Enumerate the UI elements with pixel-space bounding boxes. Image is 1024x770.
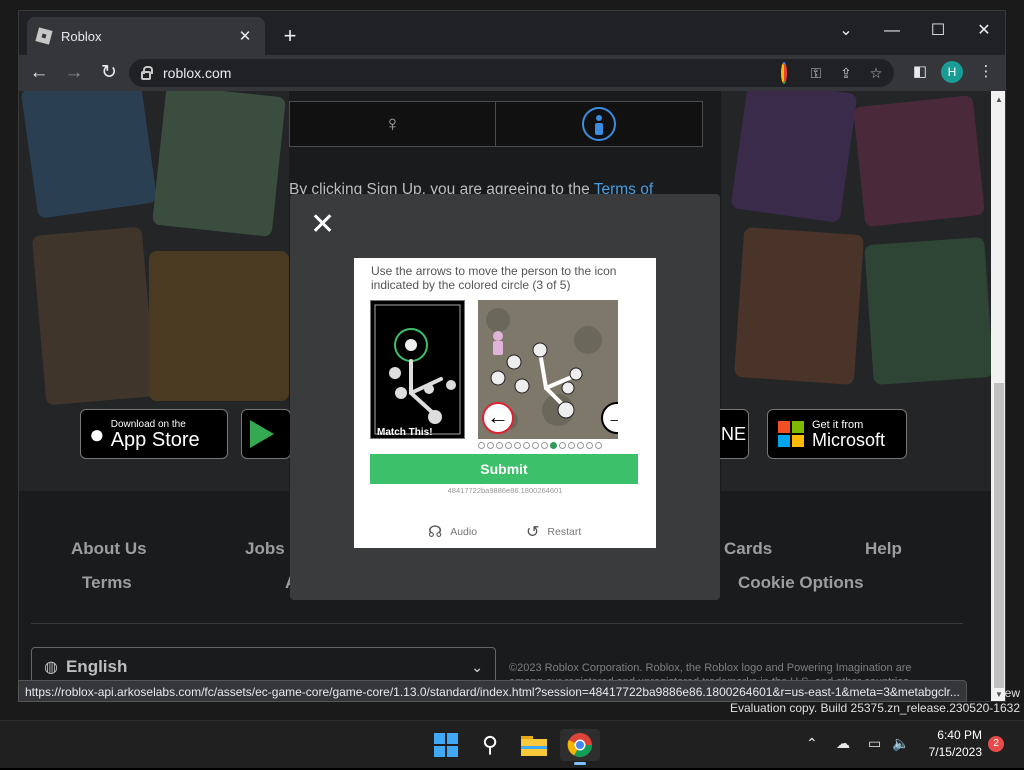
side-panel-icon[interactable]: ◧ — [907, 58, 933, 86]
evaluation-watermark: Evaluation copy. Build 25375.zn_release.… — [730, 701, 1020, 715]
footer-cookie-link[interactable]: Cookie Options — [738, 573, 864, 593]
tab-close-icon[interactable]: ✕ — [235, 27, 255, 45]
bg-tile — [149, 251, 289, 401]
back-button[interactable]: ← — [24, 58, 54, 88]
microsoft-icon — [778, 421, 804, 447]
new-tab-button[interactable]: + — [277, 23, 303, 49]
progress-dot — [496, 442, 503, 449]
menu-icon[interactable]: ⋮ — [973, 58, 999, 86]
google-play-icon — [250, 420, 274, 448]
file-explorer-icon[interactable] — [518, 729, 550, 761]
progress-dot — [586, 442, 593, 449]
game-area: ← → — [478, 300, 618, 439]
onedrive-icon[interactable]: ☁ — [836, 735, 850, 752]
search-icon[interactable]: ⚲ — [474, 729, 506, 761]
toolbar: ← → ↻ roblox.com ⚿ ⇪ ☆ — [19, 55, 1005, 91]
male-icon — [582, 107, 616, 141]
globe-icon: ◍ — [44, 659, 58, 676]
captcha-instruction: Use the arrows to move the person to the… — [371, 264, 617, 292]
modal-close-icon[interactable]: ✕ — [310, 210, 335, 240]
progress-dot — [532, 442, 539, 449]
apple-icon: ● — [89, 418, 105, 449]
submit-button[interactable]: Submit — [370, 454, 638, 484]
network-icon[interactable]: ▭ — [868, 735, 881, 752]
left-arrow-button[interactable]: ← — [482, 402, 514, 434]
gender-female-button[interactable]: ♀ — [289, 101, 496, 147]
tray-chevron-icon[interactable]: ⌃ — [806, 735, 818, 752]
audio-button[interactable]: ☊ Audio — [428, 522, 477, 542]
progress-dot — [514, 442, 521, 449]
roblox-favicon-icon — [35, 27, 53, 45]
start-icon[interactable] — [430, 729, 462, 761]
system-clock[interactable]: 6:40 PM 7/15/2023 — [916, 727, 982, 761]
browser-window: Roblox ✕ + ⌄ — ☐ ✕ ← → ↻ roblox.com ⚿ ⇪ … — [18, 10, 1006, 702]
progress-dot — [487, 442, 494, 449]
progress-dot — [595, 442, 602, 449]
session-id: 48417722ba9886e86.1800264601 — [447, 486, 563, 495]
minimize-button[interactable]: — — [869, 17, 915, 45]
restart-icon: ↺ — [526, 524, 540, 541]
progress-dots — [478, 442, 638, 451]
match-this-label: Match This! — [377, 427, 433, 438]
app-store-badge[interactable]: ● Download on the App Store — [80, 409, 228, 459]
progress-dot — [550, 442, 557, 449]
progress-dot — [559, 442, 566, 449]
match-target-image: Match This! — [370, 300, 465, 439]
google-play-badge[interactable] — [241, 409, 291, 459]
progress-dot — [523, 442, 530, 449]
gender-male-button[interactable] — [495, 101, 703, 147]
footer-terms-link[interactable]: Terms — [82, 573, 132, 593]
share-icon[interactable]: ⇪ — [835, 63, 857, 83]
footer-jobs-link[interactable]: Jobs — [245, 539, 285, 559]
progress-dot — [568, 442, 575, 449]
footer-divider — [31, 623, 963, 624]
chrome-taskbar-icon[interactable] — [560, 729, 600, 765]
tab-search-icon[interactable]: ⌄ — [823, 17, 869, 45]
address-url: roblox.com — [163, 65, 232, 81]
watermark-partial: ew — [1004, 686, 1020, 700]
bg-tile — [31, 226, 157, 406]
key-icon[interactable]: ⚿ — [805, 63, 827, 83]
tab-title: Roblox — [61, 28, 102, 44]
bg-tile — [864, 236, 991, 386]
tab-strip: Roblox ✕ + ⌄ — ☐ ✕ — [19, 11, 1005, 55]
lock-icon[interactable] — [141, 65, 153, 80]
roblox-page: ♀ By clicking Sign Up, you are agreeing … — [19, 91, 991, 701]
status-bar-url: https://roblox-api.arkoselabs.com/fc/ass… — [18, 680, 967, 702]
address-bar[interactable]: roblox.com ⚿ ⇪ ☆ — [129, 59, 894, 87]
taskbar: ⚲ ⌃ ☁ ▭ 🔈 6:40 PM 7/15/2023 2 — [0, 720, 1024, 768]
restart-button[interactable]: ↺ Restart — [526, 522, 581, 542]
forward-button[interactable]: → — [59, 58, 89, 88]
progress-dot — [577, 442, 584, 449]
maximize-button[interactable]: ☐ — [915, 17, 961, 45]
volume-icon[interactable]: 🔈 — [892, 735, 909, 752]
microsoft-store-badge[interactable]: Get it from Microsoft — [767, 409, 907, 459]
profile-avatar[interactable]: H — [941, 61, 963, 83]
progress-dot — [505, 442, 512, 449]
footer-help-link[interactable]: Help — [865, 539, 902, 559]
captcha-modal: ✕ Use the arrows to move the person to t… — [290, 194, 720, 600]
window-close-button[interactable]: ✕ — [961, 17, 1005, 45]
scroll-up-icon[interactable]: ▲ — [991, 93, 1005, 107]
bg-tile — [853, 95, 985, 227]
tab-roblox[interactable]: Roblox ✕ — [27, 17, 265, 55]
bg-tile — [730, 91, 858, 224]
bg-tile — [152, 91, 286, 237]
reload-button[interactable]: ↻ — [94, 58, 124, 88]
footer-about-link[interactable]: About Us — [71, 539, 147, 559]
captcha-frame: Use the arrows to move the person to the… — [354, 258, 656, 548]
progress-dot — [541, 442, 548, 449]
scrollbar-thumb[interactable] — [994, 383, 1004, 688]
headphones-icon: ☊ — [428, 524, 443, 541]
bg-tile — [20, 91, 158, 219]
chevron-down-icon: ⌄ — [471, 658, 483, 675]
google-icon[interactable] — [773, 62, 795, 84]
bookmark-star-icon[interactable]: ☆ — [865, 63, 887, 83]
footer-cards-link[interactable]: Cards — [724, 539, 772, 559]
bg-tile — [733, 226, 865, 386]
progress-dot — [478, 442, 485, 449]
partial-badge[interactable]: NE — [719, 409, 749, 459]
notification-badge[interactable]: 2 — [988, 736, 1004, 752]
